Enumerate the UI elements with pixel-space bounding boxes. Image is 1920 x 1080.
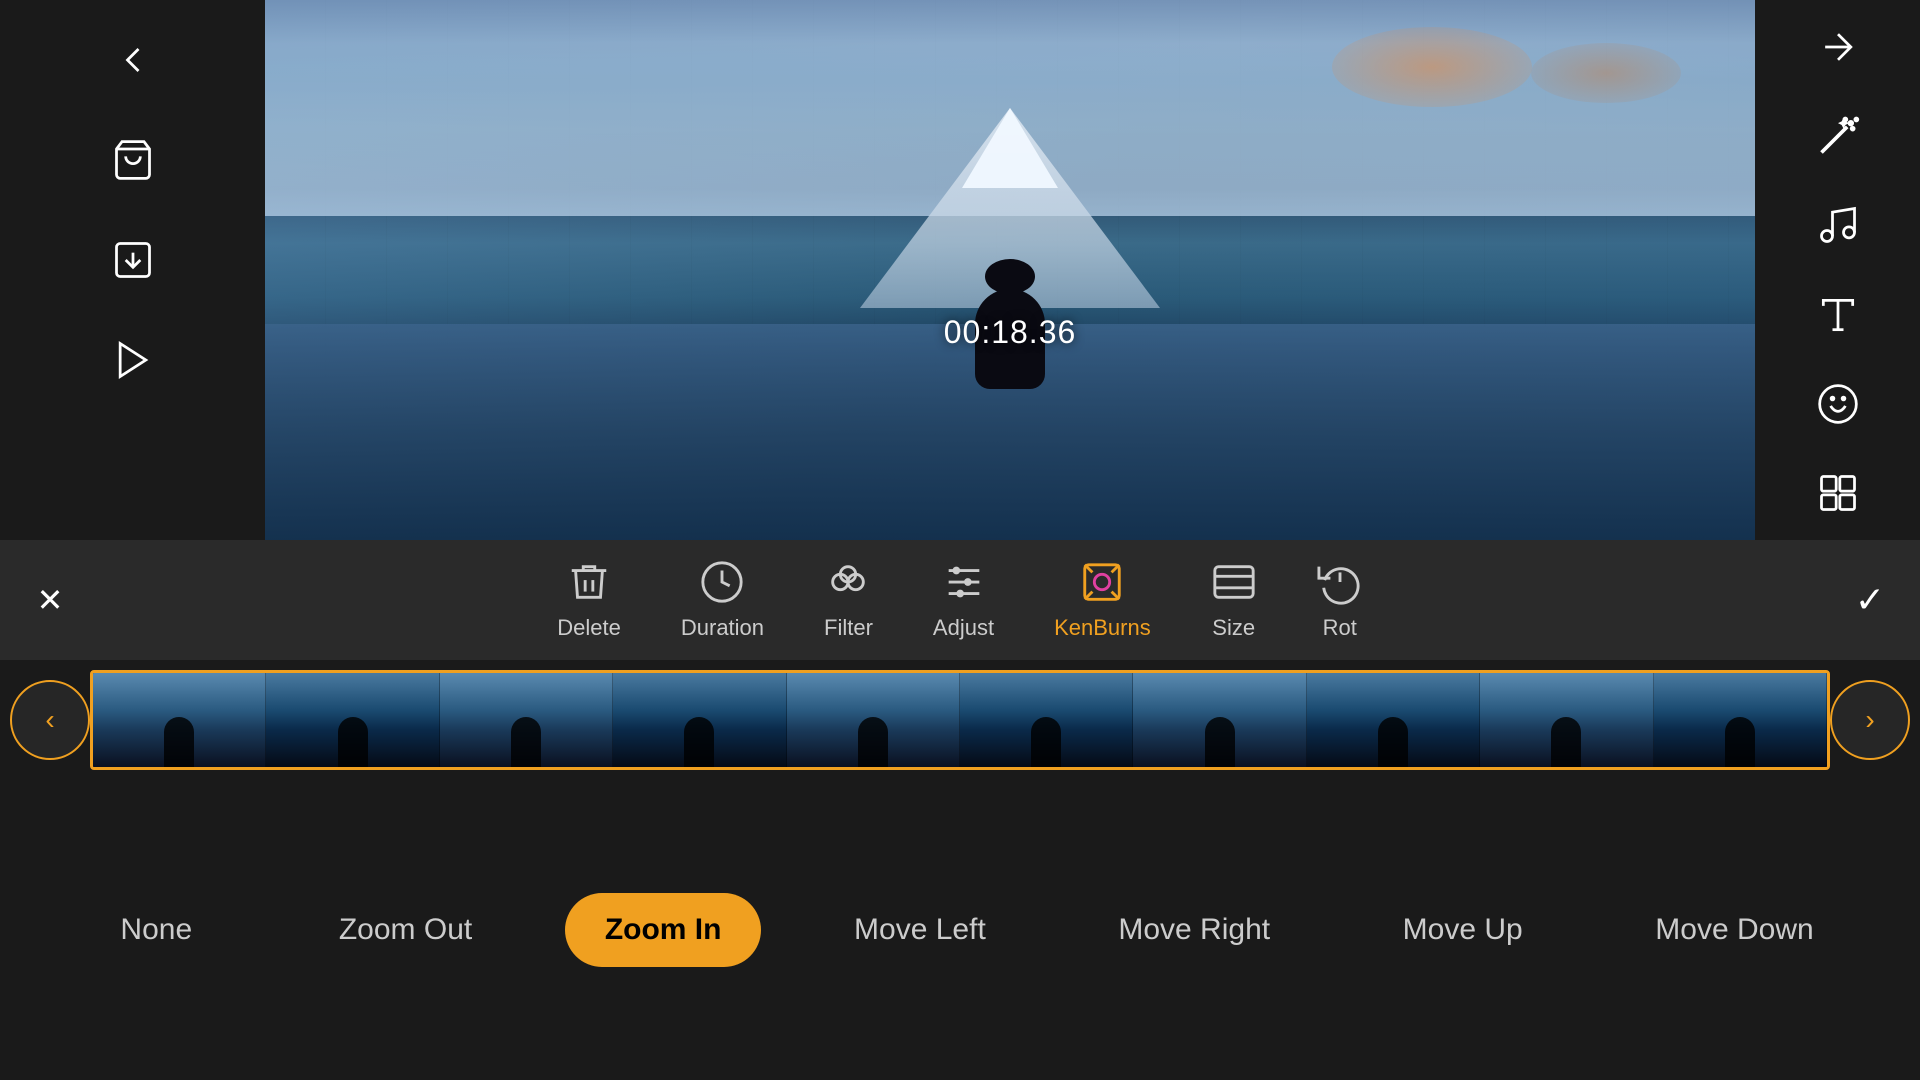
timeline-frame <box>960 673 1133 767</box>
duration-tool[interactable]: Duration <box>681 559 764 641</box>
confirm-button[interactable]: ✓ <box>1840 570 1900 630</box>
timeline-right-button[interactable]: › <box>1830 680 1910 760</box>
emoji-button[interactable] <box>1808 377 1868 431</box>
timeline-area: ‹ › <box>0 660 1920 780</box>
left-sidebar <box>0 0 265 540</box>
magic-wand-button[interactable] <box>1808 109 1868 163</box>
option-move-down-label: Move Down <box>1655 913 1813 947</box>
option-move-right[interactable]: Move Right <box>1078 893 1310 967</box>
timeline-frame <box>787 673 960 767</box>
option-zoom-out-label: Zoom Out <box>339 913 472 947</box>
option-zoom-in-label: Zoom In <box>605 913 722 947</box>
rot-tool[interactable]: Rot <box>1317 559 1363 641</box>
option-none[interactable]: None <box>66 893 246 967</box>
bottom-section: ✕ Delete Duration <box>0 540 1920 1080</box>
delete-tool[interactable]: Delete <box>557 559 621 641</box>
options-bar: None Zoom Out Zoom In Move Left Move Rig… <box>0 780 1920 1080</box>
video-preview: 00:18.36 <box>265 0 1755 540</box>
timeline-frame <box>613 673 786 767</box>
close-button[interactable]: ✕ <box>20 570 80 630</box>
magic-button[interactable] <box>1808 20 1868 74</box>
option-none-label: None <box>120 913 192 947</box>
timeline-frame <box>1307 673 1480 767</box>
adjust-label: Adjust <box>933 615 994 641</box>
option-zoom-out[interactable]: Zoom Out <box>299 893 512 967</box>
timeline-frames <box>93 673 1827 767</box>
option-move-up-label: Move Up <box>1403 913 1523 947</box>
sticker-button[interactable] <box>1808 466 1868 520</box>
filter-label: Filter <box>824 615 873 641</box>
timeline-frame <box>93 673 266 767</box>
option-move-up[interactable]: Move Up <box>1363 893 1563 967</box>
back-button[interactable] <box>103 30 163 90</box>
delete-label: Delete <box>557 615 621 641</box>
timeline-left-button[interactable]: ‹ <box>10 680 90 760</box>
option-move-left-label: Move Left <box>854 913 986 947</box>
kenburns-label: KenBurns <box>1054 615 1151 641</box>
timeline-frame <box>1654 673 1827 767</box>
timeline-frame <box>440 673 613 767</box>
adjust-tool[interactable]: Adjust <box>933 559 994 641</box>
option-zoom-in[interactable]: Zoom In <box>565 893 762 967</box>
video-timestamp: 00:18.36 <box>944 314 1077 351</box>
duration-label: Duration <box>681 615 764 641</box>
kenburns-tool[interactable]: KenBurns <box>1054 559 1151 641</box>
text-button[interactable] <box>1808 288 1868 342</box>
store-button[interactable] <box>103 130 163 190</box>
option-move-right-label: Move Right <box>1118 913 1270 947</box>
music-button[interactable] <box>1808 198 1868 252</box>
size-tool[interactable]: Size <box>1211 559 1257 641</box>
option-move-left[interactable]: Move Left <box>814 893 1026 967</box>
tool-bar: ✕ Delete Duration <box>0 540 1920 660</box>
rot-label: Rot <box>1323 615 1357 641</box>
filter-tool[interactable]: Filter <box>824 559 873 641</box>
timeline-frame <box>266 673 439 767</box>
tools-list: Delete Duration Filter <box>100 559 1820 641</box>
play-button[interactable] <box>103 330 163 390</box>
timeline-frame <box>1133 673 1306 767</box>
download-button[interactable] <box>103 230 163 290</box>
right-sidebar <box>1755 0 1920 540</box>
option-move-down[interactable]: Move Down <box>1615 893 1853 967</box>
timeline-strip <box>90 670 1830 770</box>
size-label: Size <box>1212 615 1255 641</box>
timeline-frame <box>1480 673 1653 767</box>
